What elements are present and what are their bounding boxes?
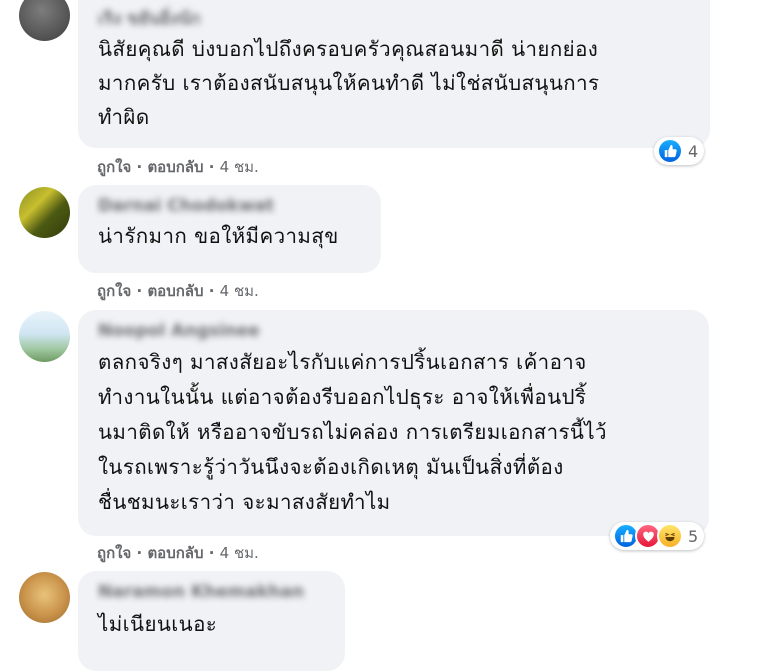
reaction-count: 4	[688, 141, 699, 161]
like-link[interactable]: ถูกใจ	[97, 158, 131, 176]
comment-text-line: นิสัยคุณดี บ่งบอกไปถึงครอบครัวคุณสอนมาดี…	[98, 37, 599, 61]
comment-text-line: นมาติดให้ หรืออาจขับรถไม่คล่อง การเตรียม…	[98, 420, 607, 444]
comment-text-line: ทำงานในนั้น แต่อาจต้องรีบออกไปธุระ อาจให…	[98, 385, 587, 409]
dot-separator: ·	[208, 282, 220, 300]
comment-text-line: ชื่นชมนะเราว่า จะมาสงสัยทำไม	[98, 490, 391, 514]
like-link[interactable]: ถูกใจ	[97, 544, 131, 562]
timestamp[interactable]: 4 ชม.	[220, 158, 259, 176]
reaction-summary[interactable]: 4	[654, 137, 705, 165]
commenter-avatar[interactable]	[19, 187, 70, 238]
comment-actions: ถูกใจ · ตอบกลับ · 4 ชม.	[97, 279, 259, 303]
comment-actions: ถูกใจ · ตอบกลับ · 4 ชม.	[97, 155, 259, 179]
timestamp[interactable]: 4 ชม.	[220, 544, 259, 562]
comment-bubble: เริง ขยันยิ่งนัก นิสัยคุณดี บ่งบอกไปถึงค…	[78, 0, 710, 148]
timestamp[interactable]: 4 ชม.	[220, 282, 259, 300]
comment-author[interactable]: Naramon Khemakhan	[98, 579, 323, 605]
haha-icon	[657, 523, 683, 549]
dot-separator: ·	[136, 158, 148, 176]
dot-separator: ·	[208, 158, 220, 176]
dot-separator: ·	[136, 544, 148, 562]
comment-bubble: Naramon Khemakhan ไม่เนียนเนอะ	[78, 571, 345, 671]
comment-bubble: Darnai Chodokwat น่ารักมาก ขอให้มีความสุ…	[78, 185, 381, 273]
comment-author[interactable]: เริง ขยันยิ่งนัก	[98, 6, 258, 32]
comment-bubble: Noopol Angsinee ตลกจริงๆ มาสงสัยอะไรกับแ…	[78, 310, 709, 536]
comment-text-line: ทำผิด	[98, 105, 150, 129]
comment-text-line: มากครับ เราต้องสนับสนุนให้คนทำดี ไม่ใช่ส…	[98, 71, 600, 95]
comment-text-line: ตลกจริงๆ มาสงสัยอะไรกับแค่การปริ้นเอกสาร…	[98, 350, 587, 374]
like-icon	[657, 138, 683, 164]
comment-text-line: น่ารักมาก ขอให้มีความสุข	[98, 224, 339, 248]
reply-link[interactable]: ตอบกลับ	[147, 158, 203, 176]
like-link[interactable]: ถูกใจ	[97, 282, 131, 300]
commenter-avatar[interactable]	[19, 0, 70, 41]
dot-separator: ·	[208, 544, 220, 562]
reaction-count: 5	[688, 526, 699, 546]
comment-actions: ถูกใจ · ตอบกลับ · 4 ชม.	[97, 541, 259, 565]
commenter-avatar[interactable]	[19, 572, 70, 623]
reply-link[interactable]: ตอบกลับ	[147, 544, 203, 562]
reaction-summary[interactable]: 5	[610, 522, 705, 550]
comment-text-line: ไม่เนียนเนอะ	[98, 612, 218, 636]
comment-text-line: ในรถเพราะรู้ว่าวันนึงจะต้องเกิดเหตุ มันเ…	[98, 455, 564, 479]
comment-author[interactable]: Darnai Chodokwat	[98, 193, 359, 219]
dot-separator: ·	[136, 282, 148, 300]
commenter-avatar[interactable]	[19, 311, 70, 362]
reply-link[interactable]: ตอบกลับ	[147, 282, 203, 300]
comment-author[interactable]: Noopol Angsinee	[98, 318, 687, 344]
